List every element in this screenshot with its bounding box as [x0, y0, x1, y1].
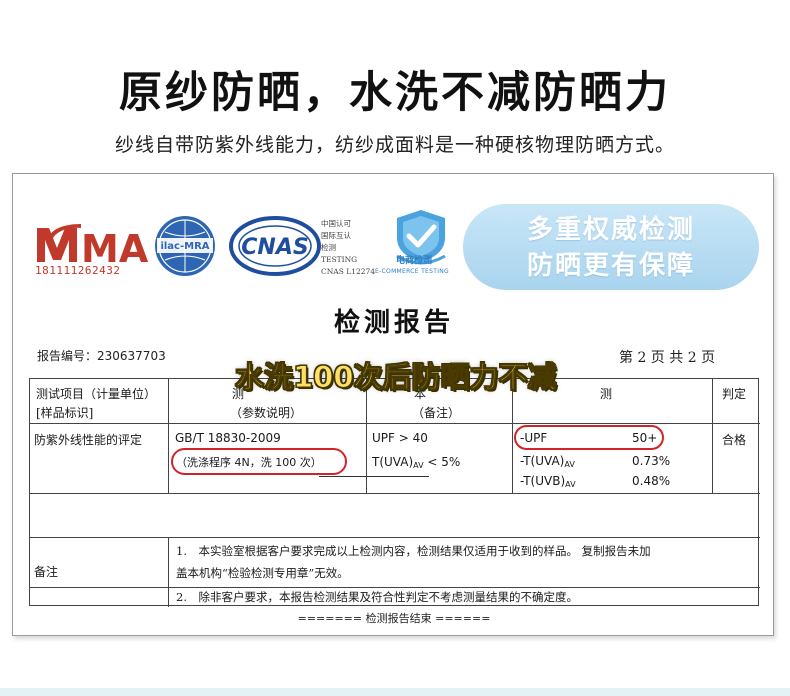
- result-tuvb-value: 0.48%: [632, 474, 671, 488]
- header-requirement-note: （备注）: [412, 406, 461, 420]
- table-mid-rule: [319, 476, 429, 477]
- ecommerce-testing-cn: 电商检测: [396, 256, 433, 266]
- remarks-label: 备注: [34, 565, 59, 579]
- svg-text:CNAS: CNAS: [241, 235, 308, 260]
- report-number: 报告编号：230637703: [37, 349, 166, 363]
- result-upf-label: -UPF: [520, 431, 548, 445]
- result-upf-value: 50+: [632, 431, 658, 445]
- header-item: 测试项目（计量单位）: [36, 387, 157, 401]
- authority-badge: 多重权威检测 防晒更有保障: [463, 204, 759, 290]
- req-tuva: T(UVA)AV < 5%: [372, 455, 461, 470]
- cnas-logo-icon: CNAS: [229, 216, 321, 276]
- wash-claim-banner: 水洗100次后防晒力不减: [235, 360, 558, 395]
- header-method-note: （参数说明）: [230, 406, 303, 420]
- svg-text:ilac-MRA: ilac-MRA: [160, 241, 209, 252]
- header-sample: [样品标识]: [36, 406, 94, 420]
- bottom-strip: [0, 688, 790, 696]
- row-item: 防紫外线性能的评定: [34, 433, 143, 447]
- results-table: 测试项目（计量单位） [样品标识] 测 （参数说明） 本 （备注） 测 判定 防…: [29, 378, 760, 607]
- page-number: 第 2 页 共 2 页: [619, 350, 716, 366]
- remark-line-1: 1. 本实验室根据客户要求完成以上检测内容，检测结果仅适用于收到的样品。 复制报…: [176, 544, 651, 558]
- report-title: 检测报告: [333, 308, 454, 338]
- ilac-mra-logo-icon: ilac-MRA: [155, 216, 215, 276]
- subline: 纱线自带防紫外线能力，纺纱成面料是一种硬核物理防晒方式。: [114, 134, 675, 156]
- cma-number: 181111262432: [35, 264, 121, 277]
- row-judgement: 合格: [722, 433, 747, 447]
- report-end-line: ======= 检测报告结束 ======: [297, 612, 491, 625]
- header-judgement: 判定: [722, 387, 747, 401]
- result-tuva-label: -T(UVA)AV: [520, 454, 575, 469]
- result-tuva-value: 0.73%: [632, 454, 671, 468]
- cnas-info: 中国认可 国际互认 检测 TESTING CNAS L12274: [321, 219, 376, 276]
- row-wash-program: （洗涤程序 4N，洗 100 次）: [176, 456, 322, 469]
- header-result: 测: [600, 387, 613, 401]
- test-report-card: MA 181111262432 ilac-MRA CNAS 中国认可 国际互认 …: [12, 173, 774, 636]
- ecommerce-testing-en: E-COMMERCE TESTING: [375, 268, 450, 275]
- remark-line-3: 2. 除非客户要求，本报告检测结果及符合性判定不考虑测量结果的不确定度。: [176, 590, 578, 604]
- remark-line-2: 盖本机构“检验检测专用章”无效。: [176, 566, 349, 580]
- row-standard: GB/T 18830-2009: [175, 431, 281, 445]
- headline: 原纱防晒，水洗不减防晒力: [119, 68, 671, 118]
- req-upf: UPF > 40: [372, 431, 428, 445]
- result-tuvb-label: -T(UVB)AV: [520, 474, 576, 489]
